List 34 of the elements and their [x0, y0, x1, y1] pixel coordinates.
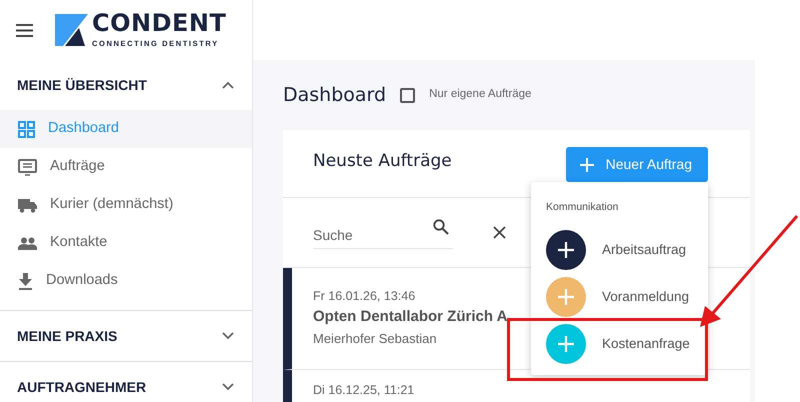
people-icon [18, 236, 37, 250]
page-title: Dashboard [283, 82, 386, 108]
chevron-down-icon[interactable] [222, 383, 234, 391]
chevron-down-icon[interactable] [222, 332, 234, 340]
chevron-up-icon[interactable] [222, 81, 234, 89]
section-title[interactable]: MEINE PRAXIS [17, 326, 118, 346]
card-title: Neuste Aufträge [313, 150, 452, 173]
checkbox-label[interactable]: Nur eigene Aufträge [429, 86, 532, 104]
truck-icon [18, 198, 37, 212]
sidebar-item[interactable]: Kurier (demnächst) [0, 186, 252, 224]
checkbox[interactable] [400, 88, 416, 102]
logo-title: CONDENT [92, 10, 226, 35]
menu-heading: Kommunikation [546, 200, 620, 215]
section-title[interactable]: MEINE ÜBERSICHT [17, 74, 147, 96]
grid-icon [18, 120, 35, 138]
new-order-button[interactable]: Neuer Auftrag [566, 147, 708, 182]
sidebar-item[interactable]: Aufträge [0, 148, 252, 186]
download-icon [18, 272, 33, 290]
menu-item[interactable]: Voranmeldung [546, 274, 708, 321]
menu-item[interactable]: Kostenanfrage [546, 320, 708, 368]
section-title[interactable]: AUFTRAGNEHMER [17, 376, 146, 398]
order-date: Fr 16.01.26, 13:46 [313, 288, 416, 305]
logo-icon [55, 14, 88, 46]
person-name: Meierhofer Sebastian [313, 330, 437, 348]
plus-icon [580, 158, 594, 172]
monitor-icon [18, 158, 37, 176]
search-field[interactable]: Suche [313, 216, 453, 248]
menu-icon[interactable] [16, 24, 33, 36]
search-icon[interactable] [433, 218, 449, 234]
sidebar-item[interactable]: Kontakte [0, 224, 252, 262]
order-date: Di 16.12.25, 11:21 [313, 382, 414, 399]
sidebar-item[interactable]: Downloads [0, 262, 252, 300]
close-icon[interactable] [493, 226, 506, 239]
lab-name: Opten Dentallabor Zürich A [313, 307, 508, 327]
